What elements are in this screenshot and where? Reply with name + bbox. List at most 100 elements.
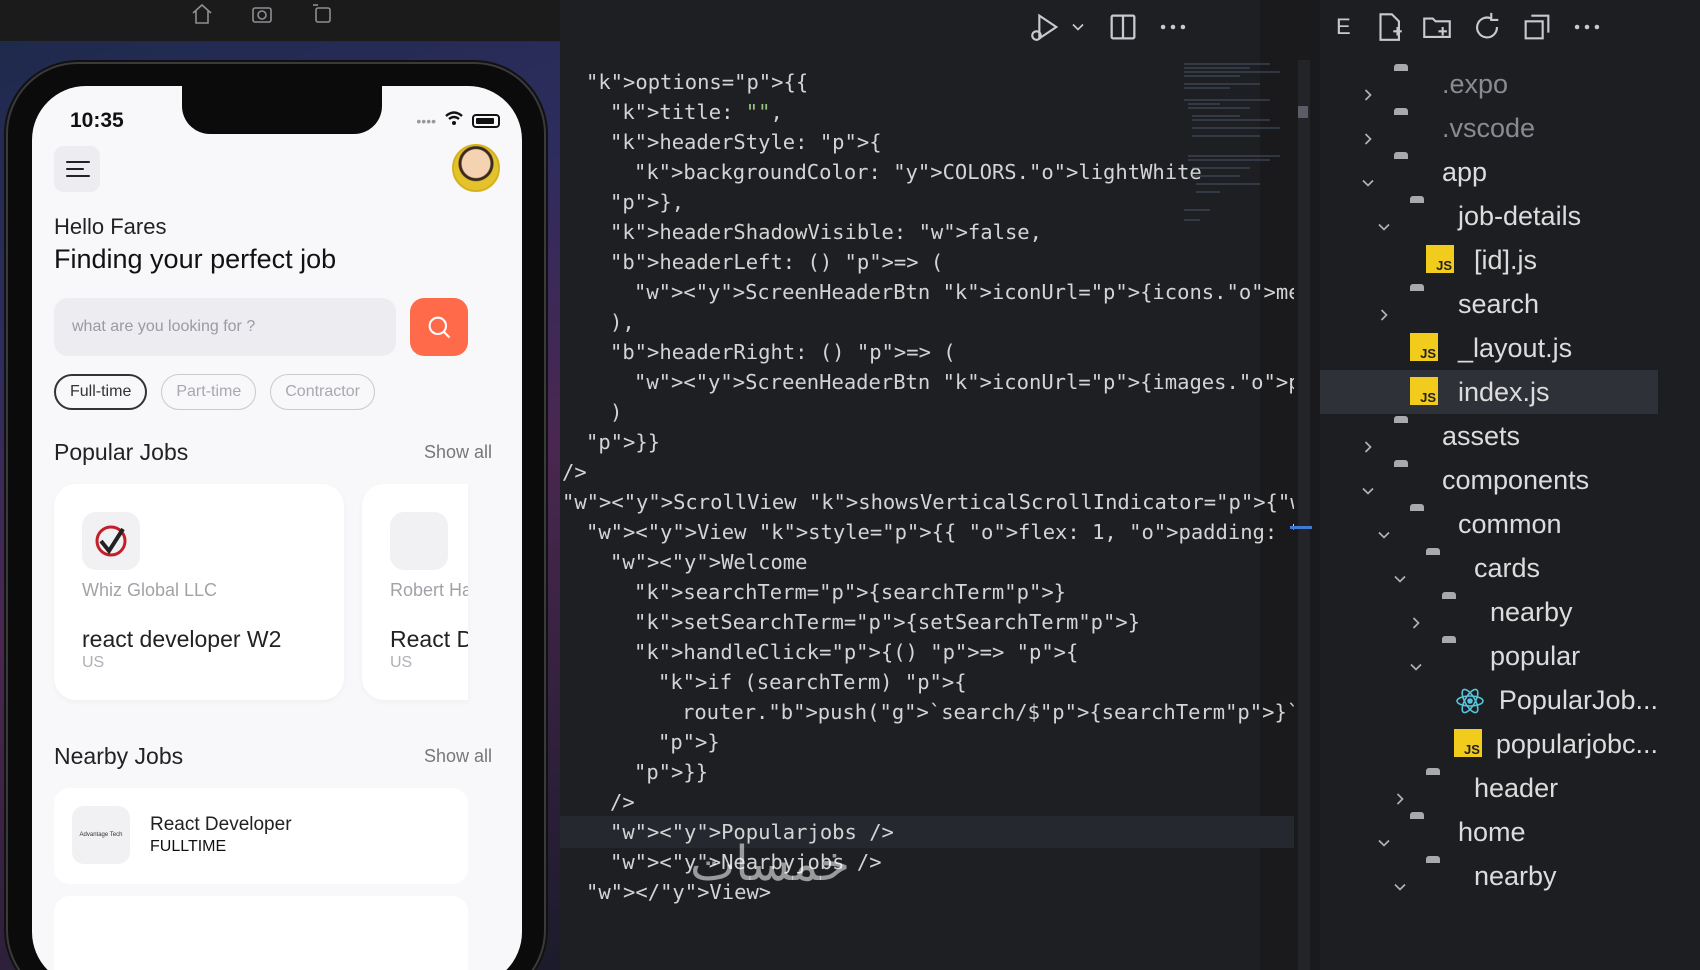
- editor-toolbar: [560, 0, 1260, 66]
- job-type-chips: Full-time Part-time Contractor: [54, 374, 375, 410]
- explorer-item[interactable]: .vscode: [1320, 106, 1658, 150]
- nearby-job-card[interactable]: Advantage Tech React Developer FULLTIME: [54, 788, 468, 884]
- chevron-right-icon: [1374, 294, 1394, 321]
- code-line: "w"><"y">ScreenHeaderBtn "k">iconUrl="p"…: [634, 280, 1294, 304]
- job-title: react developer W2: [82, 626, 282, 652]
- file-explorer: E .expo .vscode app job-details JS [id].js sea…: [1320, 0, 1700, 970]
- explorer-item-label: popularjobc...: [1495, 729, 1658, 759]
- explorer-item[interactable]: nearby: [1320, 590, 1658, 634]
- explorer-item-label: index.js: [1458, 377, 1550, 407]
- home-icon[interactable]: [188, 2, 216, 26]
- explorer-item[interactable]: home: [1320, 810, 1658, 854]
- chip-full-time[interactable]: Full-time: [54, 374, 148, 410]
- explorer-item[interactable]: components: [1320, 458, 1658, 502]
- chevron-right-icon: [1358, 118, 1378, 145]
- popular-job-card[interactable]: Robert Ha React D US: [362, 484, 468, 700]
- company-name: Whiz Global LLC: [82, 580, 218, 600]
- folder-icon: [1394, 421, 1428, 451]
- new-folder-icon[interactable]: [1420, 10, 1454, 44]
- company-name: Robert Ha: [390, 580, 468, 600]
- menu-icon: [66, 161, 90, 163]
- chevron-right-icon: [1390, 778, 1410, 805]
- javascript-file-icon: JS: [1410, 377, 1444, 407]
- more-actions-icon[interactable]: [1156, 10, 1190, 44]
- explorer-item[interactable]: app: [1320, 150, 1658, 194]
- explorer-item[interactable]: nearby: [1320, 854, 1658, 898]
- explorer-item-label: header: [1474, 773, 1559, 803]
- code-line: "k">handleClick="p">{() "p">=> "p">{: [634, 640, 1079, 664]
- popular-jobs-title: Popular Jobs: [54, 439, 189, 465]
- explorer-item[interactable]: JS popularjobc...: [1320, 722, 1658, 766]
- code-line: "k">if (searchTerm) "p">{: [658, 670, 967, 694]
- minimap[interactable]: [1180, 60, 1290, 230]
- explorer-item[interactable]: job-details: [1320, 194, 1658, 238]
- explorer-item-label: assets: [1442, 421, 1521, 451]
- explorer-item[interactable]: JS [id].js: [1320, 238, 1658, 282]
- screenshot-icon[interactable]: [248, 2, 276, 26]
- folder-icon: [1410, 509, 1444, 539]
- editor-scrollbar[interactable]: [1290, 60, 1312, 970]
- explorer-item[interactable]: common: [1320, 502, 1658, 546]
- code-editor[interactable]: "k">options="p">{{"k">title: "", "k">head…: [560, 0, 1294, 970]
- explorer-item[interactable]: JS index.js: [1320, 370, 1658, 414]
- explorer-item[interactable]: cards: [1320, 546, 1658, 590]
- code-line: "w"><"y">Popularjobs />: [560, 816, 1294, 848]
- chevron-down-icon[interactable]: [1068, 10, 1088, 44]
- chevron-right-icon: [1358, 74, 1378, 101]
- chevron-down-icon: [1390, 866, 1410, 891]
- split-editor-icon[interactable]: [1106, 10, 1140, 44]
- react-file-icon: [1455, 685, 1485, 715]
- code-line: "w"><"y">Welcome: [610, 550, 808, 574]
- javascript-file-icon: JS: [1426, 245, 1460, 275]
- folder-icon: [1426, 773, 1460, 803]
- explorer-item[interactable]: PopularJob...: [1320, 678, 1658, 722]
- explorer-item-label: PopularJob...: [1498, 685, 1658, 715]
- explorer-item-label: [id].js: [1474, 245, 1538, 275]
- explorer-item[interactable]: header: [1320, 766, 1658, 810]
- status-time: 10:35: [70, 109, 124, 132]
- chevron-down-icon: [1358, 470, 1378, 495]
- explorer-item[interactable]: JS _layout.js: [1320, 326, 1658, 370]
- folder-icon: [1442, 597, 1476, 627]
- watermark-logo: خمسات: [690, 836, 851, 892]
- more-actions-icon[interactable]: [1570, 10, 1604, 44]
- search-input[interactable]: [54, 298, 396, 356]
- welcome-headline: Finding your perfect job: [54, 244, 337, 274]
- popular-show-all[interactable]: Show all: [424, 442, 492, 463]
- code-line: "k">title: "",: [610, 100, 783, 124]
- folder-icon: [1426, 861, 1460, 891]
- code-line: ),: [610, 310, 635, 334]
- profile-avatar[interactable]: [452, 144, 500, 192]
- collapse-all-icon[interactable]: [1520, 10, 1554, 44]
- search-button[interactable]: [410, 298, 468, 356]
- nearby-job-card[interactable]: [54, 896, 468, 970]
- chevron-down-icon: [1358, 162, 1378, 187]
- code-line: "w"><"y">ScrollView "k">showsVerticalScr…: [562, 490, 1294, 514]
- popular-job-card[interactable]: Whiz Global LLC react developer W2 US: [54, 484, 344, 700]
- greeting-text: Hello Fares: [54, 214, 167, 239]
- explorer-item[interactable]: popular: [1320, 634, 1658, 678]
- rotate-icon[interactable]: [308, 2, 336, 26]
- chip-contractor[interactable]: Contractor: [270, 374, 375, 410]
- explorer-item[interactable]: search: [1320, 282, 1658, 326]
- code-line: "w"><"y">View "k">style="p">{{ "o">flex:…: [586, 520, 1294, 544]
- notch: [182, 86, 382, 134]
- nearby-show-all[interactable]: Show all: [424, 746, 492, 767]
- chevron-right-icon: [1358, 426, 1378, 453]
- chip-part-time[interactable]: Part-time: [161, 374, 257, 410]
- simulator-toolbar: [0, 0, 560, 42]
- explorer-item-label: .vscode: [1442, 113, 1536, 143]
- new-file-icon[interactable]: [1372, 10, 1406, 44]
- folder-icon: [1394, 157, 1428, 187]
- explorer-item[interactable]: assets: [1320, 414, 1658, 458]
- menu-button[interactable]: [54, 146, 100, 192]
- folder-icon: [1410, 289, 1444, 319]
- refresh-icon[interactable]: [1470, 10, 1504, 44]
- code-line: "b">headerRight: () "p">=> (: [610, 340, 956, 364]
- code-line: "k">headerShadowVisible: "w">false,: [610, 220, 1042, 244]
- search-icon: [428, 316, 451, 339]
- folder-icon: [1394, 465, 1428, 495]
- explorer-item[interactable]: .expo: [1320, 62, 1658, 106]
- explorer-item-label: search: [1458, 289, 1540, 319]
- run-debug-icon[interactable]: [1028, 10, 1062, 44]
